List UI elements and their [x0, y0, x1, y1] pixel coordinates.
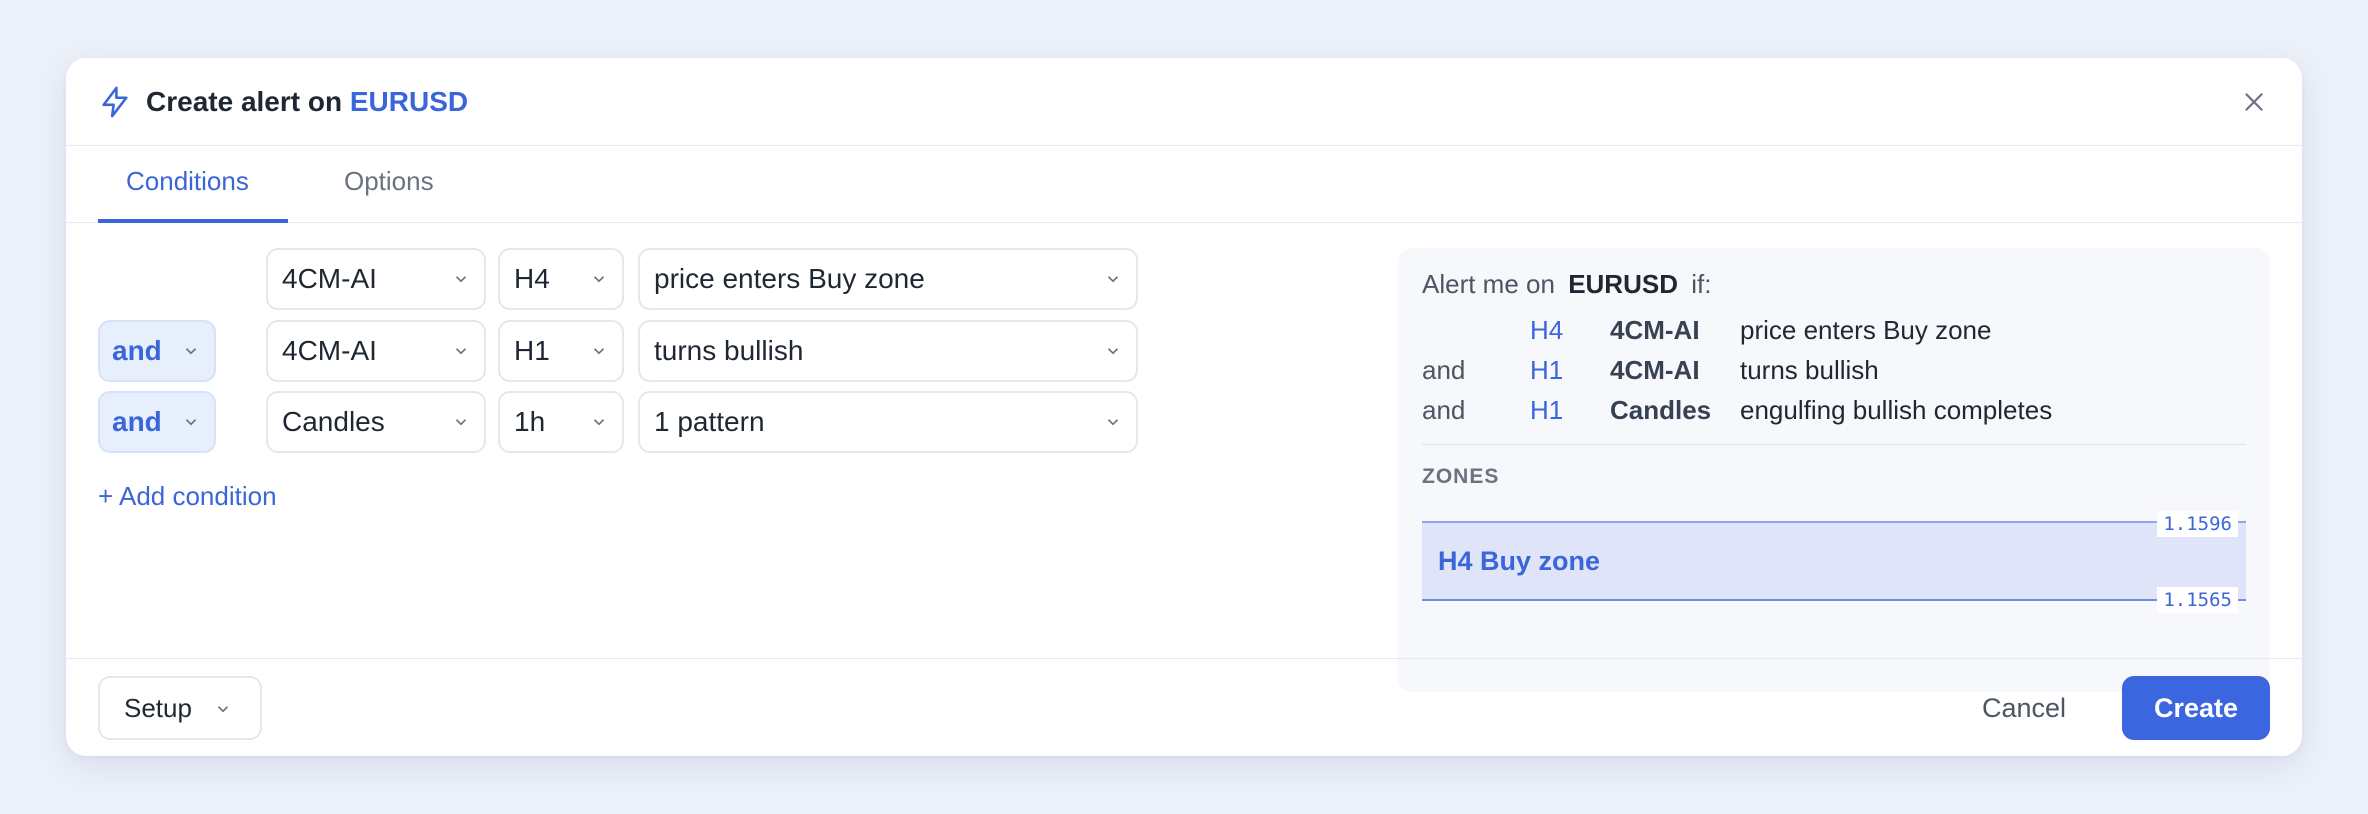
chevron-down-icon — [593, 276, 605, 283]
condition-value: price enters Buy zone — [654, 263, 925, 294]
chevron-down-icon — [455, 276, 467, 283]
condition-select[interactable]: 1 pattern — [638, 391, 1138, 453]
timeframe-value: H1 — [514, 335, 550, 366]
summary-timeframe: H1 — [1530, 355, 1564, 385]
alert-summary-panel: Alert me on EURUSD if: H4 4CM-AI price e… — [1398, 248, 2270, 692]
indicator-select[interactable]: 4CM-AI — [266, 320, 486, 382]
joiner-value: and — [112, 406, 162, 437]
indicator-value: 4CM-AI — [282, 335, 377, 366]
summary-timeframe: H4 — [1530, 315, 1564, 345]
close-button[interactable] — [2236, 84, 2272, 120]
title-symbol: EURUSD — [349, 86, 469, 117]
dialog-header: Create alert on EURUSD — [66, 58, 2302, 146]
summary-condition: turns bullish — [1740, 355, 1879, 385]
joiner-select[interactable]: and — [98, 320, 216, 382]
setup-button[interactable]: Setup — [98, 676, 262, 740]
add-condition-link[interactable]: + Add condition — [98, 476, 277, 516]
chevron-down-icon — [455, 348, 467, 355]
tab-bar: Conditions Options — [66, 146, 2302, 223]
summary-joiner: and — [1422, 355, 1466, 385]
indicator-select[interactable]: Candles — [266, 391, 486, 453]
create-alert-dialog: Create alert on EURUSD Conditions Option… — [66, 58, 2302, 756]
summary-indicator: Candles — [1610, 395, 1712, 425]
chevron-down-icon — [185, 348, 197, 355]
zone-upper-price: 1.1596 — [2157, 511, 2238, 537]
zone-name: H4 Buy zone — [1438, 546, 1601, 576]
summary-indicator: 4CM-AI — [1610, 315, 1700, 345]
zone-lower-price: 1.1565 — [2157, 587, 2238, 613]
lightning-icon — [102, 86, 128, 118]
indicator-select[interactable]: 4CM-AI — [266, 248, 486, 310]
chevron-down-icon — [593, 419, 605, 426]
summary-suffix: if: — [1691, 269, 1712, 299]
zones-label: ZONES — [1422, 465, 1500, 488]
summary-divider — [1422, 444, 2246, 445]
joiner-select[interactable]: and — [98, 391, 216, 453]
chevron-down-icon — [1107, 348, 1119, 355]
summary-condition: engulfing bullish completes — [1740, 395, 2053, 425]
summary-symbol: EURUSD — [1568, 269, 1678, 299]
summary-condition: price enters Buy zone — [1740, 315, 1992, 345]
condition-value: turns bullish — [654, 335, 804, 366]
chevron-down-icon — [1107, 276, 1119, 283]
chevron-down-icon — [1107, 419, 1119, 426]
timeframe-select[interactable]: H4 — [498, 248, 624, 310]
zone-box: H4 Buy zone 1.1596 1.1565 — [1422, 511, 2246, 613]
tab-conditions[interactable]: Conditions — [98, 146, 288, 223]
chevron-down-icon — [593, 348, 605, 355]
indicator-value: Candles — [282, 406, 385, 437]
joiner-value: and — [112, 335, 162, 366]
close-icon — [2245, 93, 2263, 111]
condition-value: 1 pattern — [654, 406, 765, 437]
chevron-down-icon — [217, 706, 229, 713]
summary-heading: Alert me on EURUSD if: — [1422, 264, 1711, 304]
summary-timeframe: H1 — [1530, 395, 1564, 425]
condition-select[interactable]: turns bullish — [638, 320, 1138, 382]
dialog-footer: Setup Cancel Create — [66, 658, 2302, 756]
dialog-title: Create alert on EURUSD — [146, 82, 468, 122]
timeframe-value: H4 — [514, 263, 550, 294]
summary-joiner: and — [1422, 395, 1466, 425]
timeframe-value: 1h — [514, 406, 546, 437]
create-button[interactable]: Create — [2122, 676, 2270, 740]
tab-options[interactable]: Options — [316, 146, 462, 223]
indicator-value: 4CM-AI — [282, 263, 377, 294]
cancel-button[interactable]: Cancel — [1982, 676, 2066, 740]
chevron-down-icon — [455, 419, 467, 426]
summary-indicator: 4CM-AI — [1610, 355, 1700, 385]
setup-label: Setup — [124, 693, 192, 723]
timeframe-select[interactable]: 1h — [498, 391, 624, 453]
timeframe-select[interactable]: H1 — [498, 320, 624, 382]
condition-select[interactable]: price enters Buy zone — [638, 248, 1138, 310]
title-prefix: Create alert on — [146, 86, 343, 117]
summary-prefix: Alert me on — [1422, 269, 1555, 299]
chevron-down-icon — [185, 419, 197, 426]
